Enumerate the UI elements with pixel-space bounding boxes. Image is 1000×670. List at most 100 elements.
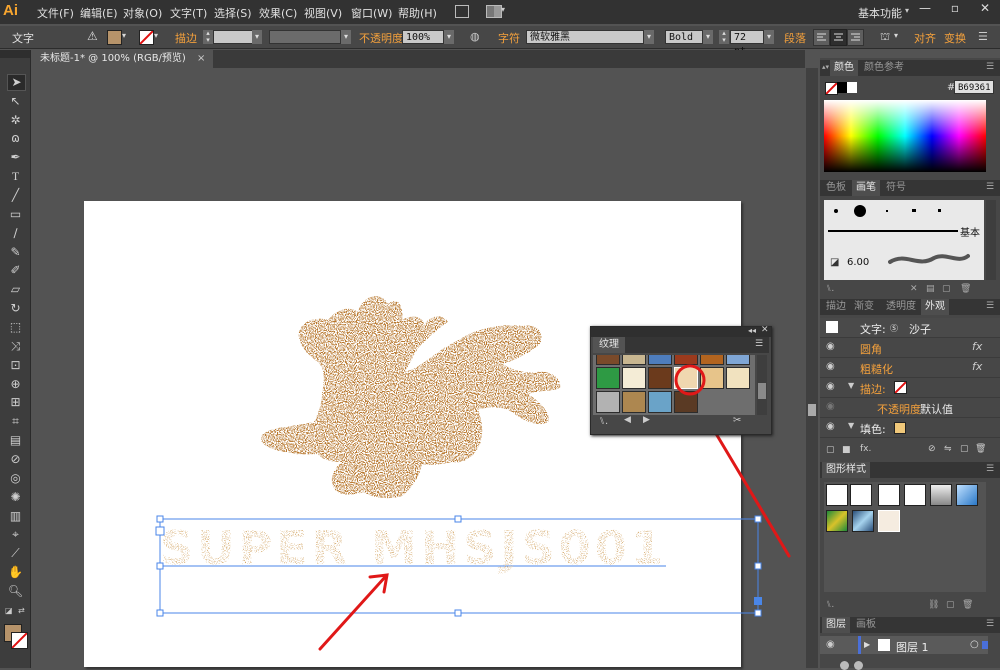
brush-dot-tiny[interactable] bbox=[886, 210, 888, 212]
rectangle-tool-icon[interactable]: ▭ bbox=[7, 207, 24, 222]
artboard-tool-icon[interactable]: ⌖ bbox=[7, 527, 24, 542]
style-swatch-shadow[interactable] bbox=[930, 484, 952, 506]
texture-swatch[interactable] bbox=[648, 367, 672, 389]
sand-text[interactable]: SUPER MHSJS001 bbox=[160, 521, 667, 575]
perspective-grid-tool-icon[interactable]: ⊞ bbox=[7, 395, 24, 410]
menu-select[interactable]: 选择(S) bbox=[214, 5, 252, 21]
font-size-stepper[interactable]: ▴ ▾ bbox=[719, 30, 729, 44]
symbol-sprayer-tool-icon[interactable]: ✺ bbox=[7, 490, 24, 505]
expand-triangle-icon[interactable]: ▼ bbox=[848, 421, 854, 430]
add-new-stroke-icon[interactable]: ▢ bbox=[826, 445, 835, 455]
panel-menu-icon[interactable]: ☰ bbox=[986, 464, 994, 474]
line-tool-icon[interactable]: ╱ bbox=[7, 188, 24, 203]
add-new-effect-icon[interactable]: fx. bbox=[860, 444, 871, 454]
add-new-fill-icon[interactable]: ■ bbox=[842, 445, 851, 455]
eye-icon[interactable]: ◉ bbox=[826, 401, 838, 413]
gradient-tool-icon[interactable]: ▤ bbox=[7, 433, 24, 448]
pen-tool-icon[interactable]: ✒ bbox=[7, 150, 24, 165]
eye-icon[interactable]: ◉ bbox=[826, 639, 838, 651]
effect-roughen-link[interactable]: 粗糙化 bbox=[860, 361, 893, 377]
zoom-tool-icon[interactable]: 🔍︎ bbox=[7, 584, 24, 599]
workspace-switcher[interactable]: 基本功能 bbox=[858, 5, 902, 21]
free-transform-tool-icon[interactable]: ⊡ bbox=[7, 358, 24, 373]
magic-wand-tool-icon[interactable]: ✲ bbox=[7, 113, 24, 128]
fill-swatch[interactable] bbox=[894, 422, 906, 434]
remove-stroke-icon[interactable]: ✕ bbox=[910, 284, 918, 294]
align-center-icon[interactable] bbox=[830, 29, 847, 46]
tab-stroke[interactable]: 描边 bbox=[822, 299, 850, 315]
panel-menu-icon[interactable]: ☰ bbox=[986, 619, 994, 629]
tab-symbols[interactable]: 符号 bbox=[882, 180, 910, 196]
break-link-icon[interactable]: ⛓ bbox=[928, 600, 939, 610]
fill-dropdown-icon[interactable]: ▾ bbox=[122, 31, 126, 40]
delete-item-icon[interactable]: 🗑︎ bbox=[975, 444, 986, 454]
basic-brush-stroke[interactable] bbox=[828, 230, 958, 232]
close-tab-icon[interactable]: × bbox=[197, 53, 205, 64]
opacity-field[interactable]: 100% bbox=[402, 30, 444, 44]
tab-color[interactable]: 颜色 bbox=[830, 60, 858, 76]
collapse-panel-icon[interactable]: ◂◂ bbox=[748, 326, 756, 335]
font-style-field[interactable]: Bold bbox=[665, 30, 703, 44]
eye-icon[interactable]: ◉ bbox=[826, 341, 838, 353]
swatch-options-icon[interactable]: ✂ bbox=[733, 415, 741, 426]
target-circle-icon[interactable]: ○ bbox=[970, 639, 979, 650]
panel-menu-icon[interactable]: ☰ bbox=[986, 182, 994, 192]
effect-round-corners-link[interactable]: 圆角 bbox=[860, 341, 882, 357]
panel-title-bar[interactable] bbox=[591, 327, 771, 337]
delete-style-icon[interactable]: 🗑︎ bbox=[962, 600, 973, 610]
eye-icon[interactable]: ◉ bbox=[826, 421, 838, 433]
stroke-none-swatch[interactable] bbox=[894, 381, 907, 394]
opacity-link[interactable]: 不透明度 bbox=[877, 401, 921, 417]
layer-row[interactable]: ◉ ▶ 图层 1 ○ bbox=[820, 636, 988, 654]
arrange-documents-icon[interactable] bbox=[486, 5, 502, 18]
tab-appearance[interactable]: 外观 bbox=[921, 299, 949, 315]
font-size-dropdown[interactable]: ▾ bbox=[764, 30, 774, 44]
arrange-dropdown-icon[interactable]: ▾ bbox=[501, 5, 505, 14]
menu-effect[interactable]: 效果(C) bbox=[259, 5, 297, 21]
texture-swatch[interactable] bbox=[622, 367, 646, 389]
texture-swatch[interactable] bbox=[596, 355, 620, 365]
opacity-label[interactable]: 不透明度 bbox=[359, 30, 403, 46]
appearance-row-round-corners[interactable]: ◉ 圆角 fx bbox=[820, 338, 1000, 358]
control-bar-menu-icon[interactable]: ☰ bbox=[978, 30, 988, 43]
texture-swatch[interactable] bbox=[648, 391, 672, 413]
restore-button[interactable]: ▫ bbox=[940, 0, 970, 18]
font-family-dropdown[interactable]: ▾ bbox=[644, 30, 654, 44]
tab-brushes[interactable]: 画笔 bbox=[852, 180, 880, 196]
profile-dropdown[interactable]: ▾ bbox=[341, 30, 351, 44]
font-size-field[interactable]: 72 pt bbox=[730, 30, 764, 57]
font-style-dropdown[interactable]: ▾ bbox=[703, 30, 713, 44]
stroke-color-box[interactable] bbox=[11, 632, 28, 649]
fx-icon[interactable]: fx bbox=[972, 340, 982, 353]
envelope-dropdown-icon[interactable]: ▾ bbox=[894, 31, 898, 40]
pencil-tool-icon[interactable]: ✎ bbox=[7, 245, 24, 260]
stroke-none-swatch[interactable] bbox=[139, 30, 154, 45]
menu-view[interactable]: 视图(V) bbox=[304, 5, 342, 21]
style-swatch-green[interactable] bbox=[826, 510, 848, 532]
expand-layer-icon[interactable]: ▶ bbox=[864, 640, 870, 649]
texture-swatch[interactable] bbox=[622, 355, 646, 365]
fill-swatch[interactable] bbox=[107, 30, 122, 45]
type-tool-icon[interactable]: T bbox=[7, 169, 24, 184]
paintbrush-tool-icon[interactable]: ∕ bbox=[7, 226, 24, 241]
clear-appearance-icon[interactable]: ⊘ bbox=[928, 444, 936, 454]
next-library-icon[interactable]: ▶ bbox=[643, 415, 650, 425]
menu-edit[interactable]: 编辑(E) bbox=[80, 5, 118, 21]
texture-swatch[interactable] bbox=[596, 391, 620, 413]
tab-swatches[interactable]: 色板 bbox=[822, 180, 850, 196]
align-label[interactable]: 对齐 bbox=[914, 30, 936, 46]
document-tab[interactable]: 未标题-1* @ 100% (RGB/预览) × bbox=[32, 50, 214, 68]
brush-calligraphic[interactable] bbox=[912, 209, 916, 212]
recolor-icon[interactable]: ◍ bbox=[470, 30, 480, 43]
brush-calligraphic-2[interactable] bbox=[938, 209, 941, 212]
scale-tool-icon[interactable]: ⬚ bbox=[7, 320, 24, 335]
hand-tool-icon[interactable]: ✋ bbox=[7, 565, 24, 580]
appearance-row-opacity[interactable]: ◉ 不透明度 默认值 bbox=[820, 398, 1000, 418]
fx-icon[interactable]: fx bbox=[972, 360, 982, 373]
hex-field[interactable]: B69361 bbox=[954, 80, 994, 94]
tab-gradient[interactable]: 渐变 bbox=[850, 299, 878, 315]
panel-menu-icon[interactable]: ☰ bbox=[755, 339, 763, 349]
tools-panel-grip[interactable] bbox=[0, 50, 30, 58]
menu-object[interactable]: 对象(O) bbox=[123, 5, 162, 21]
sand-leaf-artwork[interactable] bbox=[261, 296, 561, 499]
